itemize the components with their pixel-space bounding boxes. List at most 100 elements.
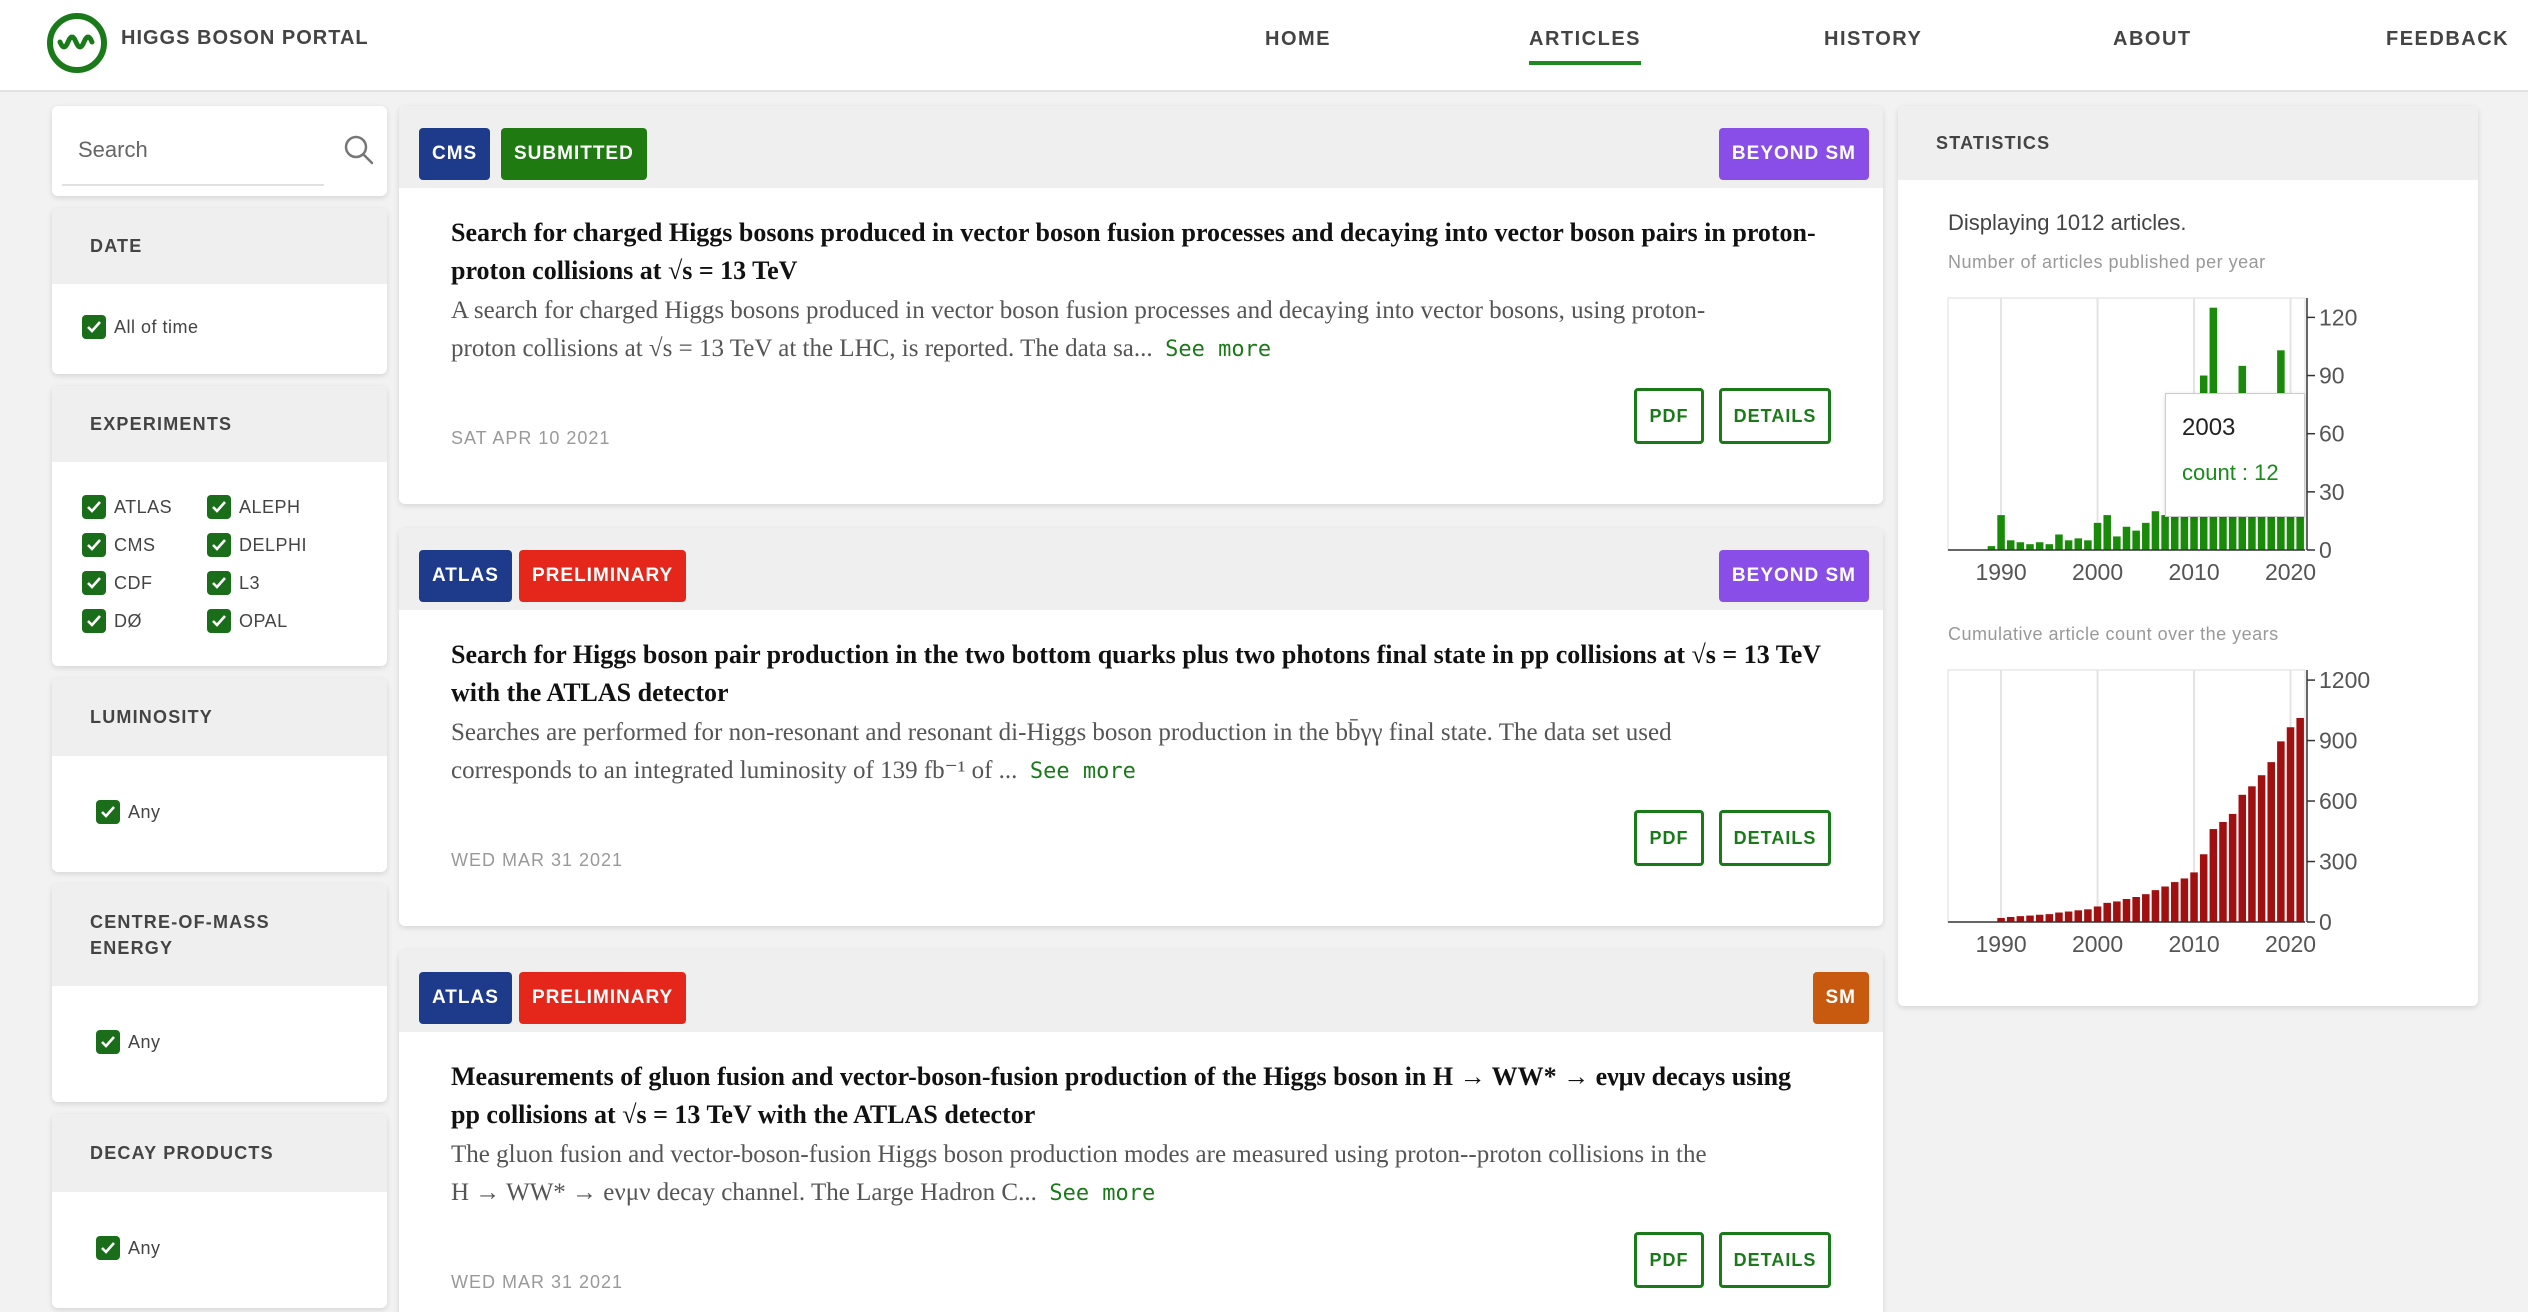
decay-any-checkbox[interactable]: Any — [96, 1236, 161, 1260]
energy-any-checkbox[interactable]: Any — [96, 1030, 161, 1054]
status-tag[interactable]: PRELIMINARY — [519, 972, 687, 1024]
details-button[interactable]: DETAILS — [1719, 1232, 1831, 1288]
bar-1999[interactable] — [2084, 909, 2092, 922]
higgs-logo-icon[interactable] — [46, 12, 108, 74]
bar-1997[interactable] — [2064, 911, 2073, 922]
checkbox-checked-icon[interactable] — [207, 571, 231, 595]
bar-1990[interactable] — [1997, 515, 2005, 550]
bar-2003[interactable] — [2122, 899, 2131, 922]
bar-2004[interactable] — [2132, 897, 2140, 922]
experiment-tag[interactable]: ATLAS — [419, 550, 512, 602]
experiment-tag[interactable]: ATLAS — [419, 972, 512, 1024]
article-title[interactable]: Measurements of gluon fusion and vector-… — [451, 1058, 1831, 1134]
bar-1992[interactable] — [2016, 916, 2025, 922]
details-button[interactable]: DETAILS — [1719, 388, 1831, 444]
category-tag[interactable]: SM — [1812, 972, 1869, 1024]
bar-2016[interactable] — [2248, 786, 2256, 922]
bar-1993[interactable] — [2026, 915, 2034, 922]
bar-1999[interactable] — [2084, 540, 2092, 550]
experiment-checkbox-atlas[interactable]: ATLAS — [82, 495, 172, 519]
nav-home[interactable]: HOME — [1265, 28, 1331, 51]
bar-1998[interactable] — [2074, 538, 2083, 550]
bar-1996[interactable] — [2055, 912, 2063, 922]
bar-2007[interactable] — [2161, 515, 2169, 550]
bar-2011[interactable] — [2199, 854, 2208, 922]
bar-2018[interactable] — [2267, 762, 2275, 922]
bar-2007[interactable] — [2161, 886, 2169, 922]
checkbox-checked-icon[interactable] — [82, 533, 106, 557]
bar-2015[interactable] — [2238, 794, 2247, 922]
bar-1994[interactable] — [2035, 914, 2044, 922]
pdf-button[interactable]: PDF — [1634, 810, 1704, 866]
bar-2006[interactable] — [2151, 890, 2160, 922]
brand-title[interactable]: HIGGS BOSON PORTAL — [121, 27, 369, 50]
bar-2009[interactable] — [2180, 878, 2189, 922]
bar-2013[interactable] — [2219, 822, 2227, 922]
article-title[interactable]: Search for charged Higgs bosons produced… — [451, 214, 1831, 290]
nav-history[interactable]: HISTORY — [1824, 28, 1922, 51]
checkbox-checked-icon[interactable] — [82, 315, 106, 339]
bar-2002[interactable] — [2113, 536, 2121, 550]
bar-2005[interactable] — [2142, 522, 2150, 550]
bar-2005[interactable] — [2142, 894, 2150, 922]
bar-2012[interactable] — [2209, 829, 2218, 922]
bar-1992[interactable] — [2016, 542, 2025, 550]
see-more-link[interactable]: See more — [1049, 1181, 1155, 1206]
bar-2008[interactable] — [2170, 882, 2179, 922]
date-all-checkbox[interactable]: All of time — [82, 315, 199, 339]
bar-2021[interactable] — [2296, 717, 2304, 922]
experiment-checkbox-d0[interactable]: DØ — [82, 609, 142, 633]
category-tag[interactable]: BEYOND SM — [1718, 128, 1869, 180]
checkbox-checked-icon[interactable] — [82, 609, 106, 633]
checkbox-checked-icon[interactable] — [82, 571, 106, 595]
experiment-tag[interactable]: CMS — [419, 128, 491, 180]
experiment-checkbox-l3[interactable]: L3 — [207, 571, 260, 595]
experiment-checkbox-cdf[interactable]: CDF — [82, 571, 153, 595]
bar-2020[interactable] — [2286, 727, 2295, 922]
bar-2019[interactable] — [2277, 741, 2285, 922]
checkbox-checked-icon[interactable] — [96, 1030, 120, 1054]
experiment-checkbox-delphi[interactable]: DELPHI — [207, 533, 307, 557]
luminosity-any-checkbox[interactable]: Any — [96, 800, 161, 824]
bar-1991[interactable] — [2006, 916, 2015, 922]
experiment-checkbox-opal[interactable]: OPAL — [207, 609, 288, 633]
checkbox-checked-icon[interactable] — [207, 495, 231, 519]
checkbox-checked-icon[interactable] — [207, 533, 231, 557]
nav-articles[interactable]: ARTICLES — [1529, 28, 1641, 65]
status-tag[interactable]: SUBMITTED — [501, 128, 647, 180]
cumulative-articles-chart[interactable]: 1990 2000 2010 20200 300 600 900 1200 — [1898, 648, 2478, 988]
bar-2000[interactable] — [2093, 522, 2102, 550]
bar-2010[interactable] — [2190, 872, 2198, 922]
nav-about[interactable]: ABOUT — [2113, 28, 2192, 51]
bar-1991[interactable] — [2006, 540, 2015, 550]
bar-2009[interactable] — [2180, 515, 2189, 550]
bar-2000[interactable] — [2093, 906, 2102, 922]
pdf-button[interactable]: PDF — [1634, 388, 1704, 444]
details-button[interactable]: DETAILS — [1719, 810, 1831, 866]
category-tag[interactable]: BEYOND SM — [1718, 550, 1869, 602]
bar-2004[interactable] — [2132, 530, 2140, 550]
bar-1995[interactable] — [2045, 544, 2054, 550]
bar-2002[interactable] — [2113, 901, 2121, 922]
bar-1994[interactable] — [2035, 542, 2044, 550]
see-more-link[interactable]: See more — [1030, 759, 1136, 784]
bar-1996[interactable] — [2055, 534, 2063, 550]
experiment-checkbox-aleph[interactable]: ALEPH — [207, 495, 301, 519]
bar-2001[interactable] — [2103, 515, 2111, 550]
experiment-checkbox-cms[interactable]: CMS — [82, 533, 156, 557]
checkbox-checked-icon[interactable] — [96, 800, 120, 824]
checkbox-checked-icon[interactable] — [96, 1236, 120, 1260]
checkbox-checked-icon[interactable] — [207, 609, 231, 633]
bar-2001[interactable] — [2103, 902, 2111, 922]
bar-1993[interactable] — [2026, 544, 2034, 550]
bar-2017[interactable] — [2257, 775, 2266, 922]
status-tag[interactable]: PRELIMINARY — [519, 550, 687, 602]
bar-2014[interactable] — [2228, 813, 2237, 922]
bar-1998[interactable] — [2074, 910, 2083, 922]
search-icon[interactable] — [339, 130, 379, 170]
pdf-button[interactable]: PDF — [1634, 1232, 1704, 1288]
bar-1997[interactable] — [2064, 540, 2073, 550]
search-input[interactable]: Search — [62, 116, 324, 186]
bar-2006[interactable] — [2151, 511, 2160, 550]
nav-feedback[interactable]: FEEDBACK — [2386, 28, 2509, 51]
